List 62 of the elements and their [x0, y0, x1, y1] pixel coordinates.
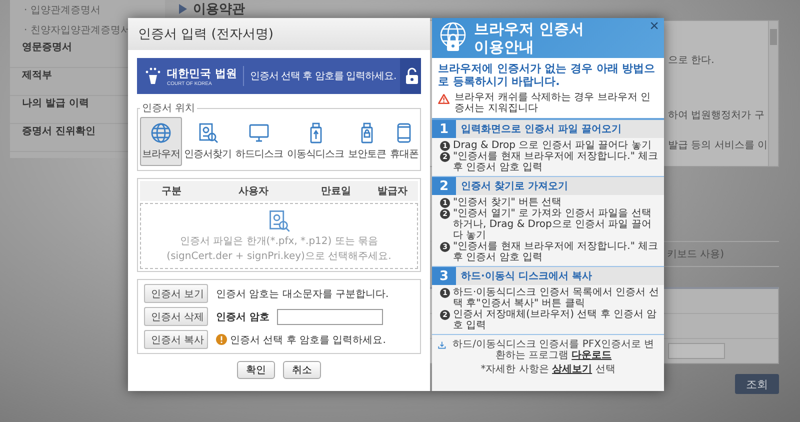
dialog-button[interactable]: 취소: [283, 361, 321, 379]
terms-text: 으로 한다.: [668, 54, 716, 67]
step-text: 인증서 저장매체(브라우저) 선택 후 인증서 암호 입력: [453, 309, 658, 331]
step-number: 1: [432, 120, 456, 138]
guide-title: 이용안내: [474, 38, 535, 56]
field-label: 인증서 암호: [216, 310, 270, 324]
dialog-button[interactable]: 확인: [237, 361, 275, 379]
location-option[interactable]: 브라우저: [140, 117, 182, 166]
certificate-search-icon: [267, 209, 291, 233]
terms-text: 발급 등의 서비스를 이: [668, 139, 768, 152]
detail-link[interactable]: 상세보기: [552, 364, 592, 375]
step-text: "인증서를 현재 브라우저에 저장합니다." 체크 후 인증서 암호 입력: [453, 241, 660, 263]
intro-text: 브라우저에 인증서가 없는 경우 아래 방법으로 등록하시기 바랍니다.: [432, 58, 664, 90]
step-text: "인증서 열기" 로 가져와 인증서 파일을 선택 하거나, Drag & Drop으로 인증서 파일 끌어다 놓기: [453, 208, 652, 241]
option-text: 키보드 사용): [667, 248, 724, 261]
input-field[interactable]: [668, 343, 725, 359]
section-title: 입력화면으로 인증서 파일 끌어오기: [460, 123, 622, 137]
download-icon: [438, 339, 446, 351]
guide-title: 브라우저 인증서: [474, 20, 584, 38]
empty-hint: (signCert.der + signPri.key)으로 선택해주세요.: [166, 250, 392, 263]
globe-lock-icon: [438, 22, 468, 54]
globe-icon: [150, 122, 172, 144]
warning-text: 인증서 선택 후 암호를 입력하세요.: [230, 334, 386, 346]
monitor-icon: [248, 122, 270, 144]
certificate-search-icon: [196, 122, 219, 144]
column-header: 구분: [160, 185, 183, 198]
warning-text: 브라우저 캐쉬를 삭제하는 경우 브라우저 인증서는 지워집니다: [454, 92, 652, 114]
search-button[interactable]: 조회: [735, 374, 779, 394]
step-text: "인증서 찾기" 버튼 선택: [453, 197, 562, 208]
step-number: 3: [432, 267, 456, 285]
hint-text: 인증서 암호는 대소문자를 구분합니다.: [216, 288, 389, 300]
location-option[interactable]: 휴대폰: [388, 117, 420, 166]
terms-text: 하여 법원행정처가 구: [668, 109, 766, 122]
location-option[interactable]: 인증서찾기: [182, 117, 234, 166]
column-header: 발급자: [376, 185, 409, 198]
location-option[interactable]: 보안토큰: [346, 117, 388, 166]
section-title: 이용약관: [193, 0, 245, 18]
dialog-title: 인증서 입력 (전자서명): [138, 26, 274, 43]
download-note: 하드/이동식디스크 인증서를 PFX인증서로 변환하는 프로그램 다운로드: [452, 339, 656, 361]
step-text: 하드·이동식디스크 인증서 목록에서 인증서 선택 후"인증서 복사" 버튼 클릭: [453, 287, 660, 309]
action-button[interactable]: 인증서 보기: [144, 284, 208, 303]
empty-hint: 인증서 파일은 한개(*.pfx, *.p12) 또는 묶음: [180, 235, 378, 248]
detail-note: *자세한 사항은 상세보기 선택: [480, 363, 616, 377]
step-text: Drag & Drop 으로 인증서 파일 끌어다 놓기: [453, 140, 652, 151]
logo-text: 대한민국 법원: [167, 66, 237, 80]
section-title: 인증서 찾기로 가져오기: [460, 180, 568, 194]
action-button[interactable]: 인증서 삭제: [144, 307, 208, 326]
banner-message: 인증서 선택 후 암호를 입력하세요.: [250, 70, 396, 83]
section-title: 하드·이동식 디스크에서 복사: [460, 270, 592, 284]
location-option[interactable]: 이동식디스크: [285, 117, 346, 166]
location-legend: 인증서 위치: [140, 101, 198, 115]
column-header: 사용자: [238, 185, 270, 198]
triangle-bullet-icon: [179, 4, 187, 14]
court-emblem-icon: [143, 67, 163, 85]
password-field[interactable]: [277, 308, 384, 324]
action-button[interactable]: 인증서 복사: [144, 330, 208, 349]
step-number: 2: [432, 177, 456, 195]
location-option[interactable]: 하드디스크: [234, 117, 285, 166]
column-header: 만료일: [320, 185, 352, 198]
step-text: "인증서를 현재 브라우저에 저장합니다." 체크 후 인증서 암호 입력: [453, 151, 660, 173]
alert-icon: [216, 334, 227, 345]
download-link[interactable]: 다운로드: [572, 350, 612, 361]
